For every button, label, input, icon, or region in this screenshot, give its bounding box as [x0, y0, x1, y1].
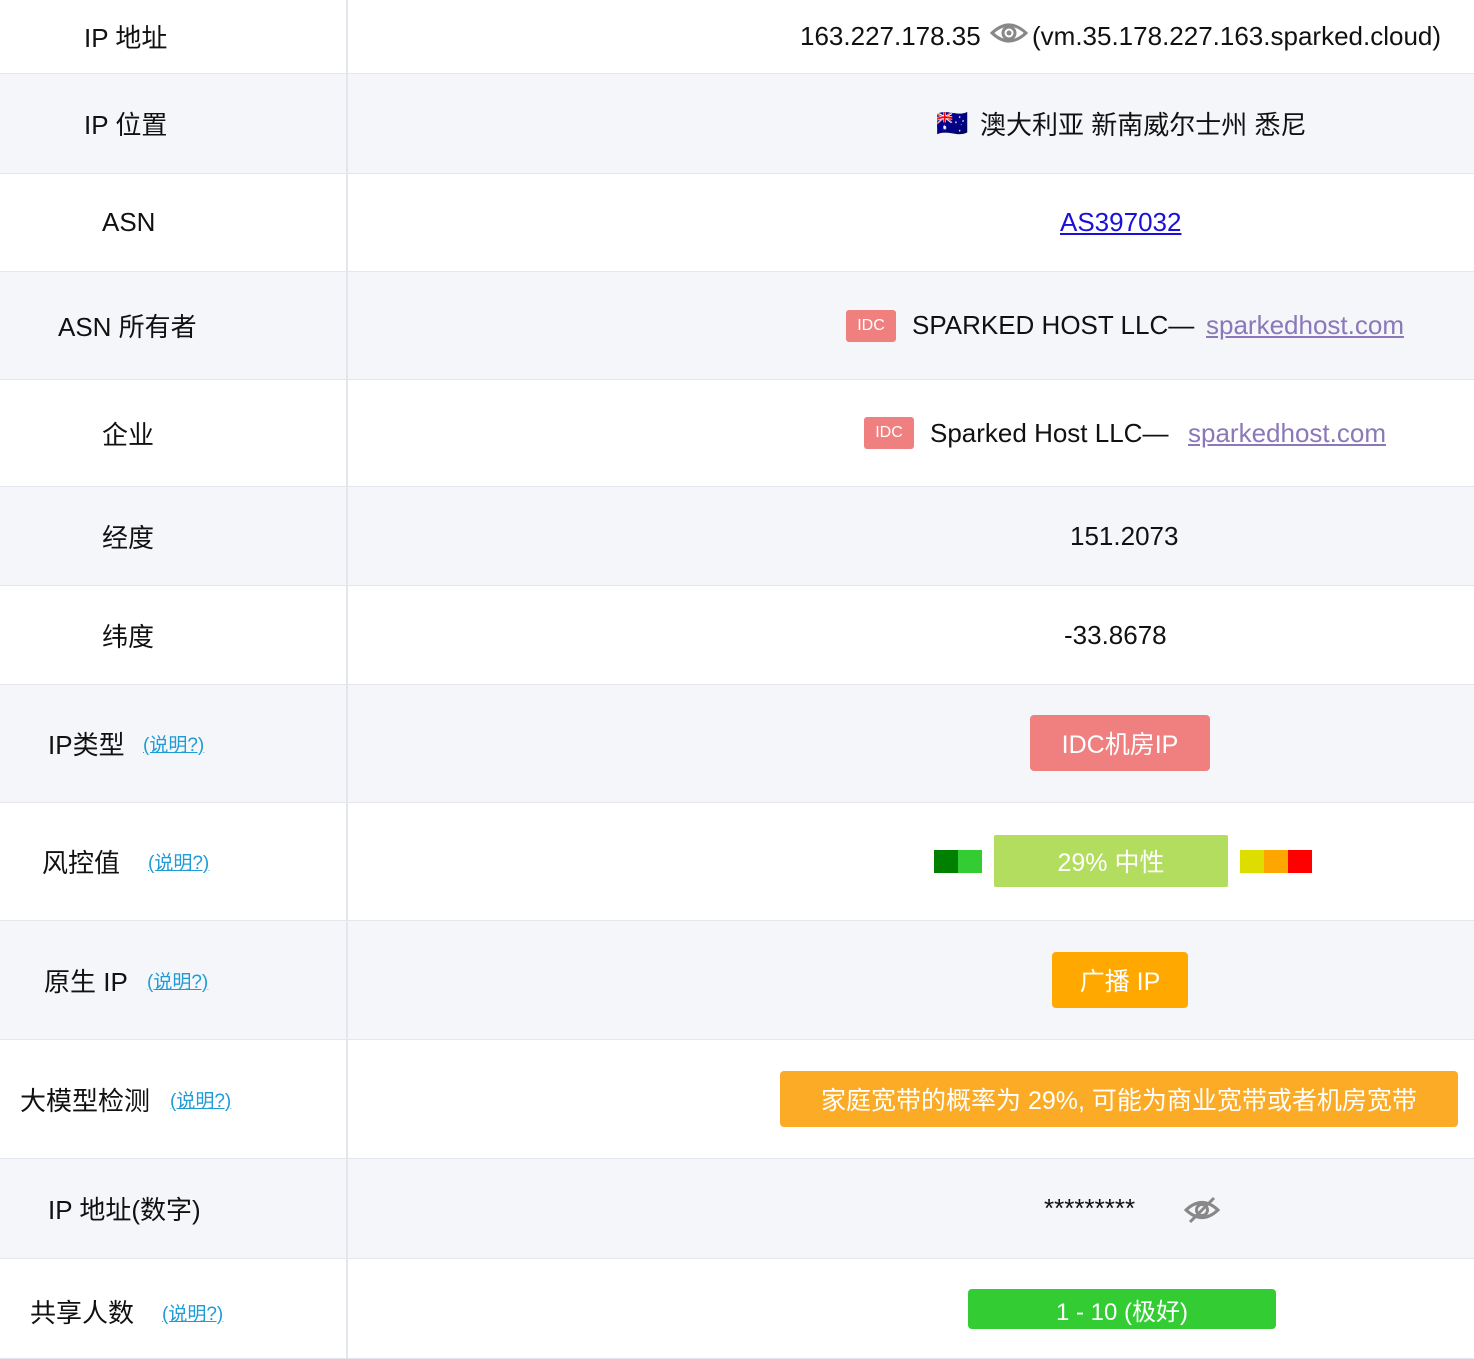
row-latitude: 纬度 -33.8678: [0, 586, 1474, 685]
label-cell: IP 地址(数字): [0, 1159, 348, 1258]
longitude-value: 151.2073: [1070, 520, 1179, 551]
help-link[interactable]: (说明?): [162, 1299, 223, 1326]
label-cell: 原生 IP (说明?): [0, 921, 348, 1039]
llm-detection-badge: 家庭宽带的概率为 29%, 可能为商业宽带或者机房宽带: [780, 1071, 1458, 1127]
idc-badge: IDC: [864, 417, 914, 449]
row-asn-owner: ASN 所有者 IDC SPARKED HOST LLC— sparkedhos…: [0, 272, 1474, 380]
value-cell: 163.227.178.35 (vm.35.178.227.163.sparke…: [348, 0, 1474, 73]
row-label: 共享人数: [30, 1298, 135, 1328]
row-risk-score: 风控值 (说明?) 29% 中性: [0, 803, 1474, 921]
row-longitude: 经度 151.2073: [0, 487, 1474, 586]
value-cell: IDC Sparked Host LLC— sparkedhost.com: [348, 380, 1474, 486]
company-link[interactable]: sparkedhost.com: [1188, 418, 1386, 449]
native-ip-badge: 广播 IP: [1052, 952, 1188, 1008]
value-cell: 151.2073: [348, 487, 1474, 585]
row-native-ip: 原生 IP (说明?) 广播 IP: [0, 921, 1474, 1040]
company-name: Sparked Host LLC—: [930, 417, 1169, 448]
help-link[interactable]: (说明?): [170, 1086, 231, 1113]
risk-scale-medium: [1240, 850, 1264, 873]
eye-slash-icon[interactable]: [1183, 1195, 1221, 1232]
value-cell: *********: [348, 1159, 1474, 1258]
idc-badge: IDC: [846, 310, 896, 342]
label-cell: 纬度: [0, 586, 348, 684]
row-label: IP 地址(数字): [48, 1195, 201, 1225]
value-cell: IDC SPARKED HOST LLC— sparkedhost.com: [348, 272, 1474, 379]
risk-scale-low: [958, 850, 982, 873]
label-cell: ASN: [0, 174, 348, 271]
row-label: 经度: [102, 522, 155, 553]
value-cell: -33.8678: [348, 586, 1474, 684]
location-value: 澳大利亚 新南威尔士州 悉尼: [980, 110, 1307, 140]
label-cell: 风控值 (说明?): [0, 803, 348, 920]
label-cell: IP类型 (说明?): [0, 685, 348, 802]
value-cell: 29% 中性: [348, 803, 1474, 920]
row-label: 原生 IP: [44, 966, 128, 997]
asn-owner-name: SPARKED HOST LLC—: [912, 310, 1195, 340]
asn-owner-link[interactable]: sparkedhost.com: [1206, 310, 1404, 341]
label-cell: 共享人数 (说明?): [0, 1259, 348, 1358]
help-link[interactable]: (说明?): [148, 848, 209, 875]
hostname-value: (vm.35.178.227.163.sparked.cloud): [1032, 21, 1442, 51]
label-cell: 大模型检测 (说明?): [0, 1040, 348, 1158]
row-label: 企业: [102, 419, 155, 450]
row-label: ASN 所有者: [58, 312, 197, 342]
row-label: IP类型: [48, 730, 125, 760]
label-cell: 经度: [0, 487, 348, 585]
row-ip-numeric: IP 地址(数字) *********: [0, 1159, 1474, 1259]
row-label: 纬度: [102, 621, 155, 652]
latitude-value: -33.8678: [1064, 619, 1167, 650]
risk-scale-very-low: [934, 850, 958, 873]
label-cell: ASN 所有者: [0, 272, 348, 379]
value-cell: 广播 IP: [348, 921, 1474, 1039]
value-cell: 1 - 10 (极好): [348, 1259, 1474, 1358]
value-cell: AS397032: [348, 174, 1474, 271]
value-cell: 🇦🇺 澳大利亚 新南威尔士州 悉尼: [348, 74, 1474, 173]
shared-users-badge: 1 - 10 (极好): [968, 1289, 1276, 1329]
risk-scale-high: [1264, 850, 1288, 873]
label-cell: 企业: [0, 380, 348, 486]
row-label: IP 位置: [84, 110, 168, 140]
row-company: 企业 IDC Sparked Host LLC— sparkedhost.com: [0, 380, 1474, 487]
help-link[interactable]: (说明?): [147, 967, 208, 994]
value-cell: 家庭宽带的概率为 29%, 可能为商业宽带或者机房宽带: [348, 1040, 1474, 1158]
label-cell: IP 地址: [0, 0, 348, 73]
row-label: 大模型检测: [20, 1085, 151, 1116]
eye-icon[interactable]: [989, 19, 1029, 54]
help-link[interactable]: (说明?): [143, 730, 204, 757]
row-ip-location: IP 位置 🇦🇺 澳大利亚 新南威尔士州 悉尼: [0, 74, 1474, 174]
row-label: 风控值: [42, 848, 121, 878]
row-llm-detection: 大模型检测 (说明?) 家庭宽带的概率为 29%, 可能为商业宽带或者机房宽带: [0, 1040, 1474, 1159]
asn-link[interactable]: AS397032: [1060, 207, 1181, 238]
row-ip-type: IP类型 (说明?) IDC机房IP: [0, 685, 1474, 803]
row-shared-users: 共享人数 (说明?) 1 - 10 (极好): [0, 1259, 1474, 1359]
ip-value: 163.227.178.35: [800, 21, 981, 51]
row-asn: ASN AS397032: [0, 174, 1474, 272]
ip-type-badge: IDC机房IP: [1030, 715, 1210, 771]
australia-flag-icon: 🇦🇺: [936, 108, 969, 138]
row-label: ASN: [102, 207, 156, 237]
label-cell: IP 位置: [0, 74, 348, 173]
row-label: IP 地址: [84, 23, 168, 53]
row-ip-address: IP 地址 163.227.178.35 (vm.35.178.227.163.…: [0, 0, 1474, 74]
risk-score-badge: 29% 中性: [994, 835, 1228, 887]
value-cell: IDC机房IP: [348, 685, 1474, 802]
ip-numeric-masked: *********: [1044, 1193, 1136, 1223]
risk-scale-very-high: [1288, 850, 1312, 873]
